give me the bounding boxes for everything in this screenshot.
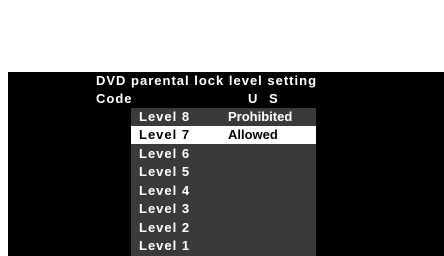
level-label: Level 6 bbox=[139, 146, 191, 161]
level-option-6[interactable]: Level 6 bbox=[131, 145, 316, 163]
osd-panel: DVD parental lock level setting Code U S… bbox=[8, 72, 444, 256]
level-state: Prohibited bbox=[228, 109, 293, 124]
page-title: DVD parental lock level setting bbox=[96, 73, 318, 88]
level-option-3[interactable]: Level 3 bbox=[131, 200, 316, 218]
code-label: Code bbox=[96, 91, 133, 106]
level-option-5[interactable]: Level 5 bbox=[131, 163, 316, 181]
level-option-4[interactable]: Level 4 bbox=[131, 182, 316, 200]
country-code-value[interactable]: U S bbox=[248, 90, 282, 108]
level-label: Level 2 bbox=[139, 220, 191, 235]
level-label: Level 8 bbox=[139, 109, 191, 124]
level-label: Level 4 bbox=[139, 183, 191, 198]
level-state: Allowed bbox=[228, 127, 278, 142]
level-option-1[interactable]: Level 1 bbox=[131, 237, 316, 255]
level-label: Level 3 bbox=[139, 201, 191, 216]
level-menu: Level 8 Prohibited Level 7 Allowed Level… bbox=[131, 108, 316, 256]
level-option-2[interactable]: Level 2 bbox=[131, 219, 316, 237]
level-label: Level 7 bbox=[139, 127, 191, 142]
screen-frame: DVD parental lock level setting Code U S… bbox=[0, 0, 444, 256]
level-label: Level 1 bbox=[139, 238, 191, 253]
level-label: Level 5 bbox=[139, 164, 191, 179]
level-option-8[interactable]: Level 8 Prohibited bbox=[131, 108, 316, 126]
level-option-7[interactable]: Level 7 Allowed bbox=[131, 126, 316, 144]
